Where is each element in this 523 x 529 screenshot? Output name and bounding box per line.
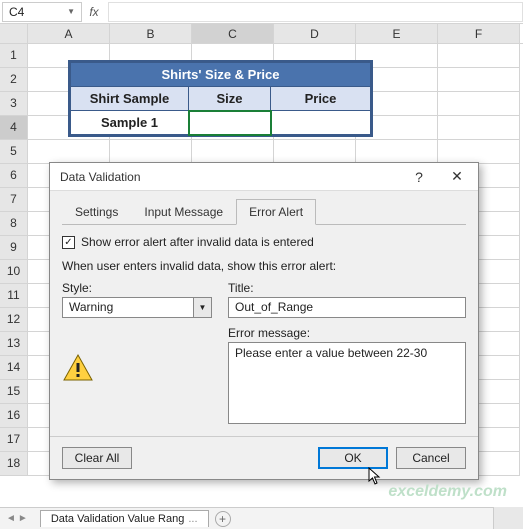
row-header[interactable]: 5 — [0, 140, 28, 164]
row-header[interactable]: 9 — [0, 236, 28, 260]
checkbox-label: Show error alert after invalid data is e… — [81, 235, 314, 249]
style-value: Warning — [63, 298, 193, 317]
row-header[interactable]: 15 — [0, 380, 28, 404]
warning-icon — [62, 352, 94, 384]
name-box[interactable]: C4 ▼ — [2, 2, 82, 22]
row-header[interactable]: 1 — [0, 44, 28, 68]
table-header: Price — [271, 87, 371, 111]
chevron-down-icon[interactable]: ▼ — [67, 7, 75, 16]
show-error-checkbox[interactable]: ✓ — [62, 236, 75, 249]
data-validation-dialog: Data Validation ? ✕ Settings Input Messa… — [49, 162, 479, 480]
table-title: Shirts' Size & Price — [71, 63, 371, 87]
tab-settings[interactable]: Settings — [62, 199, 131, 224]
select-all-corner[interactable] — [0, 24, 28, 43]
row-header[interactable]: 3 — [0, 92, 28, 116]
ok-button[interactable]: OK — [318, 447, 388, 469]
fx-icon[interactable]: fx — [84, 5, 104, 19]
cancel-button[interactable]: Cancel — [396, 447, 466, 469]
row-header[interactable]: 17 — [0, 428, 28, 452]
horizontal-scrollbar[interactable] — [493, 507, 523, 529]
title-label: Title: — [228, 281, 466, 295]
formula-bar: C4 ▼ fx — [0, 0, 523, 24]
col-header[interactable]: B — [110, 24, 192, 43]
table-cell[interactable]: Sample 1 — [71, 111, 189, 135]
close-button[interactable]: ✕ — [438, 164, 476, 190]
title-input[interactable]: Out_of_Range — [228, 297, 466, 318]
row-header[interactable]: 10 — [0, 260, 28, 284]
tab-input-message[interactable]: Input Message — [131, 199, 236, 224]
col-header[interactable]: A — [28, 24, 110, 43]
style-label: Style: — [62, 281, 212, 295]
row-header[interactable]: 13 — [0, 332, 28, 356]
errmsg-label: Error message: — [228, 326, 466, 340]
row-header[interactable]: 2 — [0, 68, 28, 92]
col-header[interactable]: E — [356, 24, 438, 43]
add-sheet-button[interactable]: + — [215, 511, 231, 527]
sheet-nav[interactable]: ◄► — [0, 513, 34, 524]
row-header[interactable]: 14 — [0, 356, 28, 380]
row-header[interactable]: 12 — [0, 308, 28, 332]
clear-all-button[interactable]: Clear All — [62, 447, 132, 469]
table-header: Size — [189, 87, 271, 111]
row-header[interactable]: 7 — [0, 188, 28, 212]
row-header[interactable]: 18 — [0, 452, 28, 476]
col-header[interactable]: C — [192, 24, 274, 43]
col-header[interactable]: F — [438, 24, 520, 43]
dialog-title: Data Validation — [60, 170, 141, 184]
sheet-tab[interactable]: Data Validation Value Rang... — [40, 510, 209, 527]
data-table: Shirts' Size & Price Shirt Sample Size P… — [68, 60, 373, 137]
name-box-value: C4 — [9, 5, 24, 19]
col-header[interactable]: D — [274, 24, 356, 43]
style-dropdown[interactable]: Warning ▼ — [62, 297, 212, 318]
dialog-tabs: Settings Input Message Error Alert — [62, 199, 466, 225]
row-header[interactable]: 4 — [0, 116, 28, 140]
row-header[interactable]: 16 — [0, 404, 28, 428]
sheet-tab-bar: ◄► Data Validation Value Rang... + — [0, 507, 523, 529]
error-message-textarea[interactable]: Please enter a value between 22-30 — [228, 342, 466, 424]
formula-input[interactable] — [108, 2, 523, 22]
help-button[interactable]: ? — [400, 164, 438, 190]
table-header: Shirt Sample — [71, 87, 189, 111]
row-header[interactable]: 8 — [0, 212, 28, 236]
dialog-titlebar[interactable]: Data Validation ? ✕ — [50, 163, 478, 191]
sub-header: When user enters invalid data, show this… — [62, 259, 466, 273]
watermark: exceldemy.com — [388, 483, 507, 501]
column-headers: A B C D E F — [0, 24, 523, 44]
active-cell[interactable] — [189, 111, 271, 135]
tab-error-alert[interactable]: Error Alert — [236, 199, 316, 225]
chevron-down-icon: ▼ — [193, 298, 211, 317]
row-header[interactable]: 6 — [0, 164, 28, 188]
table-cell[interactable] — [271, 111, 371, 135]
row-header[interactable]: 11 — [0, 284, 28, 308]
